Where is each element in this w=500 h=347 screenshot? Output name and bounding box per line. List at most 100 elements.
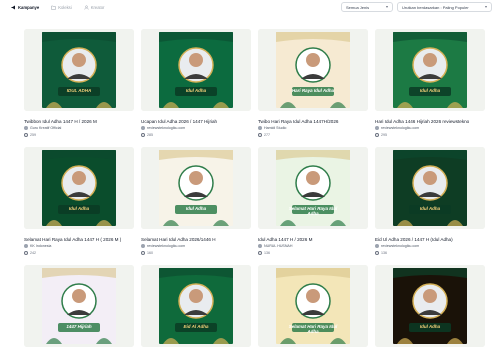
filter-bar: Semua Jenis Urutkan berdasarkan : Paling… [341, 2, 492, 12]
frame-text: Idul Adha [419, 206, 441, 211]
twibbon-frame-image [375, 147, 485, 229]
campaign-author[interactable]: reviewsteknologiku.com [141, 126, 185, 130]
campaign-thumbnail[interactable]: Idul Adha [24, 147, 134, 229]
frame-text: Idul Adha [185, 206, 207, 211]
frame-text: Idul Adha [185, 88, 207, 93]
campaign-thumbnail[interactable]: Eid Al Adha [141, 265, 251, 347]
campaign-thumbnail[interactable]: Idul Adha [375, 29, 485, 111]
campaign-thumbnail[interactable]: Hari Raya Idul Adha [258, 29, 368, 111]
supporter-value: 136 [381, 251, 387, 255]
people-icon [258, 133, 262, 137]
campaign-thumbnail[interactable]: Idul Adha [141, 147, 251, 229]
chevron-down-icon [485, 6, 487, 8]
campaign-title[interactable]: Selamat Hari Raya Idul Adha 1447 H ( 202… [24, 237, 134, 242]
campaign-author[interactable]: NURUL HUSNAH [258, 244, 292, 248]
campaign-author[interactable]: reviewsteknologiku.com [375, 126, 419, 130]
supporter-value: 277 [264, 133, 270, 137]
frame-text: Idul Adha [68, 206, 90, 211]
campaign-thumbnail[interactable]: IDUL ADHA [24, 29, 134, 111]
avatar [141, 244, 145, 248]
sort-value: Urutkan berdasarkan : Paling Populer [402, 4, 469, 10]
supporter-count: 242 [24, 251, 36, 255]
avatar [24, 126, 28, 130]
campaign-title[interactable]: Idul Adha 1447 H / 2026 M [258, 237, 368, 242]
twibbon-frame-image [258, 265, 368, 347]
people-icon [141, 251, 145, 255]
campaign-thumbnail[interactable]: Idul Adha [375, 147, 485, 229]
twibbon-frame-image [141, 29, 251, 111]
campaign-author[interactable]: reviewsteknologiku.com [141, 244, 185, 248]
author-name: reviewsteknologiku.com [147, 126, 186, 130]
campaign-thumbnail[interactable]: Idul Adha [141, 29, 251, 111]
campaign-title[interactable]: Twibbon Idul Adha 1447 H / 2026 M [24, 119, 134, 124]
people-icon [24, 251, 28, 255]
campaign-thumbnail[interactable]: Selamat Hari Raya Idul Adha [258, 147, 368, 229]
people-icon [258, 251, 262, 255]
campaign-title[interactable]: Hari Idul Adha 1446 Hijriah 2026 reviews… [375, 119, 485, 124]
campaign-author[interactable]: Guru Kreatif Official [24, 126, 61, 130]
frame-text: Eid Al Adha [183, 324, 209, 329]
avatar [375, 126, 379, 130]
frame-text: Selamat Hari Raya Idul Adha [288, 206, 338, 216]
campaign-thumbnail[interactable]: Idul Adha [375, 265, 485, 347]
frame-text: 1447 Hijriah [66, 324, 92, 329]
frame-text: Idul Adha [419, 88, 441, 93]
supporter-count: 277 [258, 133, 270, 137]
author-name: Hamidi Studio [264, 126, 287, 130]
avatar [258, 244, 262, 248]
people-icon [141, 133, 145, 137]
supporter-count: 160 [141, 251, 153, 255]
user-icon [84, 5, 89, 10]
type-filter-value: Semua Jenis [346, 4, 370, 10]
frame-text: Hari Raya Idul Adha [291, 88, 335, 93]
campaign-author[interactable]: reviewsteknologiku.com [375, 244, 419, 248]
frame-text: IDUL ADHA [66, 88, 92, 93]
supporter-count: 285 [141, 133, 153, 137]
author-name: KK Indonesia [30, 244, 52, 248]
tab-kampanye[interactable]: Kampanye [8, 3, 42, 12]
supporter-count: 136 [375, 251, 387, 255]
campaign-thumbnail[interactable]: Selamat Hari Raya Idul Adha [258, 265, 368, 347]
sort-select[interactable]: Urutkan berdasarkan : Paling Populer [397, 2, 492, 12]
tab-list: Kampanye Koleksi Kreator [8, 3, 107, 12]
chevron-down-icon [386, 6, 388, 8]
tab-kreator[interactable]: Kreator [81, 3, 108, 12]
twibbon-frame-image [375, 29, 485, 111]
people-icon [375, 251, 379, 255]
twibbon-frame-image [141, 265, 251, 347]
campaign-title[interactable]: Eid Ul Adha 2026 / 1447 H (Idul Adha) [375, 237, 485, 242]
supporter-value: 160 [147, 251, 153, 255]
author-name: reviewsteknologiku.com [381, 244, 420, 248]
twibbon-frame-image [24, 265, 134, 347]
campaign-title[interactable]: Twibo Hari Raya Idul Adha 1447H/2026 [258, 119, 368, 124]
tab-label: Kampanye [18, 4, 40, 10]
top-bar: Kampanye Koleksi Kreator Semua Jenis Uru… [0, 0, 500, 14]
tab-koleksi[interactable]: Koleksi [48, 3, 75, 12]
supporter-count: 136 [258, 251, 270, 255]
supporter-value: 242 [30, 251, 36, 255]
tab-label: Koleksi [58, 4, 72, 10]
people-icon [24, 133, 28, 137]
supporter-count: 295 [375, 133, 387, 137]
type-filter-select[interactable]: Semua Jenis [341, 2, 393, 12]
twibbon-frame-image [24, 147, 134, 229]
folder-icon [51, 5, 56, 10]
twibbon-frame-image [258, 29, 368, 111]
supporter-value: 136 [264, 251, 270, 255]
campaign-thumbnail[interactable]: 1447 Hijriah [24, 265, 134, 347]
twibbon-frame-image [24, 29, 134, 111]
megaphone-icon [11, 5, 16, 10]
author-name: NURUL HUSNAH [264, 244, 293, 248]
campaign-title[interactable]: Selamat Hari Idul Adha 2026/1446 H [141, 237, 251, 242]
campaign-author[interactable]: KK Indonesia [24, 244, 51, 248]
author-name: Guru Kreatif Official [30, 126, 62, 130]
avatar [375, 244, 379, 248]
campaign-author[interactable]: Hamidi Studio [258, 126, 286, 130]
people-icon [375, 133, 379, 137]
twibbon-frame-image [141, 147, 251, 229]
frame-text: Idul Adha [419, 324, 441, 329]
supporter-value: 259 [30, 133, 36, 137]
avatar [24, 244, 28, 248]
campaign-title[interactable]: Ucapan Idul Adha 2026 / 1447 Hijriah [141, 119, 251, 124]
avatar [141, 126, 145, 130]
